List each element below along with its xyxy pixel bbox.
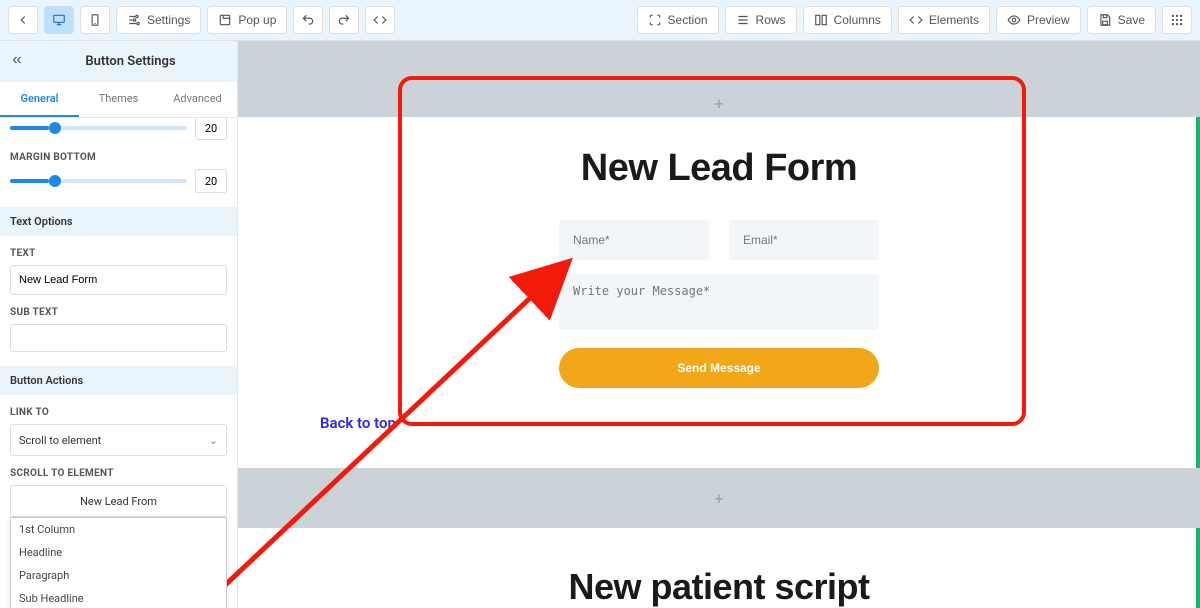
chevron-down-icon: ⌄ <box>209 434 218 447</box>
save-label: Save <box>1118 13 1145 27</box>
mobile-view-button[interactable] <box>80 6 110 34</box>
section-insert-button[interactable]: Section <box>637 6 719 34</box>
elements-insert-button[interactable]: Elements <box>898 6 990 34</box>
add-plus-icon[interactable]: + <box>714 94 723 113</box>
elements-label: Elements <box>929 13 979 27</box>
apps-button[interactable] <box>1162 6 1192 34</box>
top-toolbar: Settings Pop up Section Rows Columns Ele… <box>0 0 1200 41</box>
save-button[interactable]: Save <box>1087 6 1156 34</box>
tab-general[interactable]: General <box>0 82 79 117</box>
settings-button[interactable]: Settings <box>116 6 201 34</box>
rows-icon <box>736 13 750 27</box>
text-label: TEXT <box>10 248 227 259</box>
settings-sidebar: Button Settings General Themes Advanced … <box>0 41 238 608</box>
email-input[interactable] <box>729 220 879 260</box>
canvas[interactable]: + New Lead Form Send Message Back to top… <box>238 41 1200 608</box>
dropdown-item[interactable]: 1st Column <box>11 518 226 541</box>
panel-title: Button Settings <box>34 54 227 69</box>
scrollto-select[interactable]: New Lead From <box>10 485 227 517</box>
undo-icon <box>301 13 315 27</box>
section-spacer[interactable]: + <box>238 41 1200 117</box>
popup-button[interactable]: Pop up <box>207 6 287 34</box>
popup-label: Pop up <box>238 13 276 27</box>
dropdown-item[interactable]: Headline <box>11 541 226 564</box>
rows-label: Rows <box>756 13 786 27</box>
section-spacer[interactable]: + <box>238 468 1200 528</box>
scrollto-value: New Lead From <box>80 495 157 508</box>
panel-back-button[interactable] <box>10 53 24 70</box>
back-to-top-link[interactable]: Back to top <box>320 414 1160 432</box>
margin-bottom-slider[interactable] <box>10 179 187 183</box>
desktop-icon <box>52 13 66 27</box>
columns-icon <box>814 13 828 27</box>
button-actions-header: Button Actions <box>0 366 237 395</box>
settings-label: Settings <box>147 13 190 27</box>
sliders-icon <box>127 13 141 27</box>
eye-icon <box>1007 13 1021 27</box>
send-message-button[interactable]: Send Message <box>559 348 879 388</box>
tab-themes[interactable]: Themes <box>79 82 158 117</box>
panel-header: Button Settings <box>0 41 237 82</box>
script-title[interactable]: New patient script <box>288 566 1150 608</box>
popup-icon <box>218 13 232 27</box>
grid-icon <box>1170 13 1184 27</box>
name-input[interactable] <box>559 220 709 260</box>
redo-button[interactable] <box>329 6 359 34</box>
script-section[interactable]: New patient script "Hey is this [NAME]? … <box>238 528 1200 608</box>
linkto-label: LINK TO <box>10 407 227 418</box>
margin-bottom-label: MARGIN BOTTOM <box>10 152 227 163</box>
desktop-view-button[interactable] <box>44 6 74 34</box>
dropdown-item[interactable]: Sub Headline <box>11 587 226 608</box>
columns-label: Columns <box>834 13 881 27</box>
margin-top-value[interactable]: 20 <box>195 118 227 140</box>
text-input[interactable] <box>10 265 227 295</box>
margin-top-slider[interactable] <box>10 126 187 130</box>
panel-tabs: General Themes Advanced <box>0 82 237 118</box>
rows-insert-button[interactable]: Rows <box>725 6 797 34</box>
scrollto-dropdown-menu[interactable]: 1st Column Headline Paragraph Sub Headli… <box>10 517 227 608</box>
add-plus-icon[interactable]: + <box>714 489 723 508</box>
back-button[interactable] <box>8 6 38 34</box>
columns-insert-button[interactable]: Columns <box>803 6 892 34</box>
text-options-header: Text Options <box>0 207 237 236</box>
code-button[interactable] <box>365 6 395 34</box>
arrow-left-icon <box>16 13 30 27</box>
linkto-value: Scroll to element <box>19 434 101 447</box>
lead-form-title[interactable]: New Lead Form <box>399 147 1039 190</box>
mobile-icon <box>88 13 102 27</box>
panel-body[interactable]: 20 MARGIN BOTTOM 20 Text Options TEXT SU… <box>0 118 237 608</box>
scrollto-label: SCROLL TO ELEMENT <box>10 468 227 479</box>
chevron-double-left-icon <box>10 53 24 67</box>
subtext-label: SUB TEXT <box>10 307 227 318</box>
lead-form-section[interactable]: New Lead Form Send Message Back to top <box>238 117 1200 468</box>
redo-icon <box>337 13 351 27</box>
code-icon <box>909 13 923 27</box>
section-label: Section <box>668 13 708 27</box>
tab-advanced[interactable]: Advanced <box>158 82 237 117</box>
dropdown-item[interactable]: Paragraph <box>11 564 226 587</box>
code-icon <box>373 13 387 27</box>
undo-button[interactable] <box>293 6 323 34</box>
expand-icon <box>648 13 662 27</box>
preview-button[interactable]: Preview <box>996 6 1081 34</box>
message-textarea[interactable] <box>559 274 879 330</box>
margin-bottom-value[interactable]: 20 <box>195 169 227 193</box>
subtext-input[interactable] <box>10 324 227 352</box>
preview-label: Preview <box>1027 13 1070 27</box>
linkto-select[interactable]: Scroll to element ⌄ <box>10 424 227 456</box>
save-icon <box>1098 13 1112 27</box>
